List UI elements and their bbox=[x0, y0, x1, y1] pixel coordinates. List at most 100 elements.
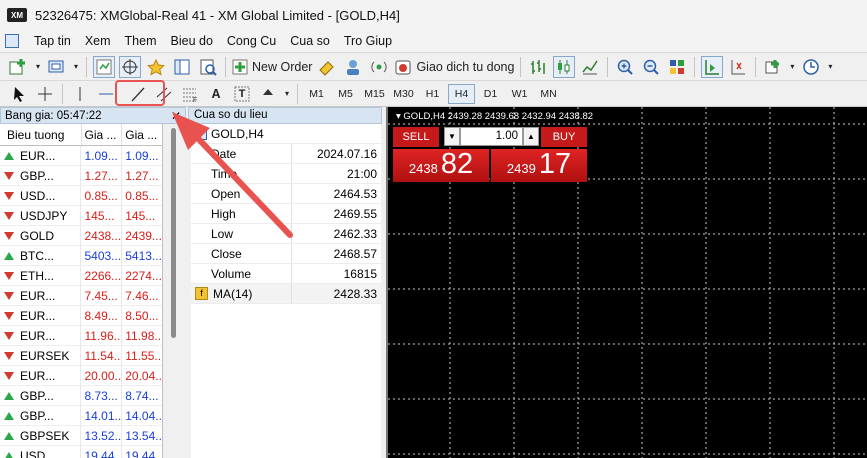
column-bid[interactable]: Gia ... bbox=[80, 124, 122, 145]
menu-window[interactable]: Cua so bbox=[283, 30, 337, 52]
arrow-down-icon bbox=[4, 271, 14, 280]
market-watch-row[interactable]: EUR... 7.45... 7.46... bbox=[0, 285, 162, 306]
market-watch-row[interactable]: ETH... 2266... 2274... bbox=[0, 265, 162, 286]
timeframe-d1[interactable]: D1 bbox=[477, 84, 504, 104]
bid-cell: 14.01... bbox=[80, 405, 121, 426]
data-window-table: GOLD,H4 Date 2024.07.16 Time 21:00 Open 2464.… bbox=[191, 124, 381, 458]
market-watch-row[interactable]: EUR... 11.96... 11.98... bbox=[0, 325, 162, 346]
auto-scroll-icon[interactable] bbox=[701, 55, 724, 78]
auto-trading-button[interactable]: Giao dich tu dong bbox=[394, 56, 514, 78]
timeframe-w1[interactable]: W1 bbox=[506, 84, 533, 104]
market-watch-row[interactable]: GBP... 8.73... 8.74... bbox=[0, 385, 162, 406]
chart-window[interactable]: ▾ GOLD,H4 2439.28 2439.68 2432.94 2438.8… bbox=[386, 107, 867, 458]
market-watch-row[interactable]: GBP... 14.01... 14.04... bbox=[0, 405, 162, 426]
market-watch-row[interactable]: EUR... 20.00... 20.04... bbox=[0, 365, 162, 386]
profiles-icon[interactable] bbox=[46, 56, 68, 78]
candlestick-icon[interactable] bbox=[553, 55, 576, 78]
vertical-line-icon[interactable] bbox=[69, 83, 91, 105]
symbol-cell: GBP... bbox=[0, 169, 80, 183]
timeframe-h4[interactable]: H4 bbox=[448, 83, 475, 104]
buy-price-box[interactable]: 2439 17 bbox=[491, 149, 587, 182]
dropdown-arrow-icon[interactable]: ▾ bbox=[72, 56, 80, 78]
dropdown-arrow-icon[interactable]: ▾ bbox=[34, 56, 42, 78]
market-watch-row[interactable]: GOLD 2438... 2439... bbox=[0, 225, 162, 246]
arrow-up-icon bbox=[4, 431, 14, 440]
column-ask[interactable]: Gia ... bbox=[121, 124, 162, 145]
terminal-window-icon[interactable] bbox=[171, 56, 193, 78]
lot-down-icon[interactable]: ▼ bbox=[444, 127, 460, 146]
arrows-icon[interactable] bbox=[257, 83, 279, 105]
fibonacci-icon[interactable]: F bbox=[179, 83, 201, 105]
market-watch-row[interactable]: USDJPY 145... 145... bbox=[0, 205, 162, 226]
menu-tools[interactable]: Cong Cu bbox=[220, 30, 283, 52]
close-icon[interactable]: ✕ bbox=[171, 108, 181, 124]
chart-window-icon[interactable] bbox=[5, 34, 19, 48]
market-watch-row[interactable]: GBP... 1.27... 1.27... bbox=[0, 165, 162, 186]
timeframe-m1[interactable]: M1 bbox=[303, 84, 330, 104]
new-chart-icon[interactable] bbox=[8, 56, 30, 78]
data-window-symbol: GOLD,H4 bbox=[211, 126, 264, 141]
new-order-button[interactable]: New Order bbox=[232, 56, 312, 78]
market-watch-row[interactable]: USD... 0.85... 0.85... bbox=[0, 185, 162, 206]
market-watch-row[interactable]: GBPSEK 13.52... 13.54... bbox=[0, 425, 162, 446]
ask-cell: 1.09... bbox=[121, 145, 162, 166]
lot-up-icon[interactable]: ▲ bbox=[523, 127, 539, 146]
svg-text:F: F bbox=[193, 97, 197, 103]
timeframe-m5[interactable]: M5 bbox=[332, 84, 359, 104]
timeframe-mn[interactable]: MN bbox=[535, 84, 562, 104]
text-label-icon[interactable]: T bbox=[231, 83, 253, 105]
favorites-star-icon[interactable] bbox=[145, 56, 167, 78]
market-watch-row[interactable]: BTC... 5403... 5413... bbox=[0, 245, 162, 266]
menu-view[interactable]: Xem bbox=[78, 30, 118, 52]
periods-clock-icon[interactable] bbox=[800, 56, 822, 78]
chart-shift-icon[interactable] bbox=[727, 56, 749, 78]
metaeditor-icon[interactable] bbox=[316, 56, 338, 78]
sell-price-box[interactable]: 2438 82 bbox=[393, 149, 489, 182]
market-watch-title: Bang gia: 05:47:22 bbox=[5, 109, 102, 122]
bar-chart-icon[interactable] bbox=[527, 56, 549, 78]
text-tool-icon[interactable]: A bbox=[205, 83, 227, 105]
timeframe-m30[interactable]: M30 bbox=[390, 84, 417, 104]
symbol-name: USD... bbox=[20, 448, 56, 458]
signals-icon[interactable] bbox=[368, 56, 390, 78]
market-watch-table: Bieu tuong Gia ... Gia ... EUR... 1.09...… bbox=[0, 124, 163, 458]
market-watch-row[interactable]: USD... 19.44... 19.44... bbox=[0, 445, 162, 458]
chart-icon bbox=[195, 127, 207, 140]
dropdown-arrow-icon[interactable]: ▾ bbox=[283, 83, 291, 105]
cursor-icon[interactable] bbox=[8, 83, 30, 105]
menu-file[interactable]: Tap tin bbox=[27, 30, 78, 52]
market-watch-icon[interactable] bbox=[93, 55, 115, 78]
sell-button[interactable]: SELL bbox=[393, 127, 439, 147]
dropdown-arrow-icon[interactable]: ▾ bbox=[826, 56, 834, 78]
crosshair-navigator-icon[interactable] bbox=[119, 55, 141, 78]
text-label-letter: T bbox=[238, 87, 246, 100]
scrollbar-thumb[interactable] bbox=[171, 128, 176, 338]
strategy-tester-icon[interactable] bbox=[197, 56, 219, 78]
crosshair-icon[interactable] bbox=[34, 83, 56, 105]
market-watch-row[interactable]: EUR... 8.49... 8.50... bbox=[0, 305, 162, 326]
timeframe-h1[interactable]: H1 bbox=[419, 84, 446, 104]
dropdown-arrow-icon[interactable]: ▾ bbox=[788, 56, 796, 78]
line-chart-icon[interactable] bbox=[579, 56, 601, 78]
horizontal-line-icon[interactable] bbox=[95, 83, 117, 105]
menu-insert[interactable]: Them bbox=[118, 30, 164, 52]
tile-windows-icon[interactable] bbox=[666, 56, 688, 78]
data-window-row: Low 2462.33 bbox=[191, 224, 381, 244]
new-order-label: New Order bbox=[252, 59, 313, 74]
menu-chart[interactable]: Bieu do bbox=[164, 30, 220, 52]
community-icon[interactable] bbox=[342, 56, 364, 78]
arrow-down-icon bbox=[4, 291, 14, 300]
market-watch-row[interactable]: EUR... 1.09... 1.09... bbox=[0, 145, 162, 166]
toolbar-separator bbox=[755, 56, 757, 77]
zoom-out-icon[interactable] bbox=[640, 56, 662, 78]
zoom-in-icon[interactable] bbox=[614, 56, 636, 78]
buy-button[interactable]: BUY bbox=[541, 127, 587, 147]
bid-cell: 5403... bbox=[80, 245, 121, 266]
lot-size-input[interactable]: 1.00 bbox=[460, 127, 523, 146]
timeframe-m15[interactable]: M15 bbox=[361, 84, 388, 104]
column-symbol[interactable]: Bieu tuong bbox=[0, 124, 81, 145]
menu-help[interactable]: Tro Giup bbox=[337, 30, 399, 52]
ask-cell: 13.54... bbox=[121, 425, 162, 446]
market-watch-row[interactable]: EURSEK 11.54... 11.55... bbox=[0, 345, 162, 366]
indicators-icon[interactable] bbox=[762, 56, 784, 78]
